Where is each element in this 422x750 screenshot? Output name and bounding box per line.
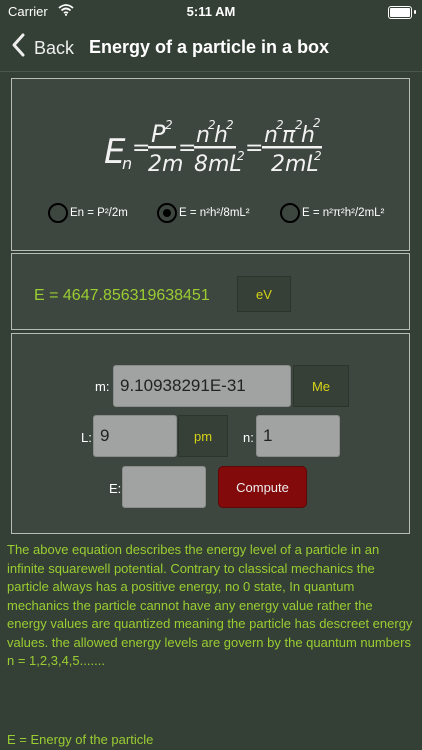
compute-button[interactable]: Compute bbox=[218, 466, 307, 508]
length-unit-selector[interactable]: pm bbox=[178, 415, 228, 457]
svg-text:2: 2 bbox=[314, 149, 322, 163]
battery-icon bbox=[388, 6, 412, 19]
radio-button-icon[interactable] bbox=[48, 203, 68, 223]
input-panel: m: 9.10938291E-31 Me L: 9 pm n: 1 E: Com… bbox=[11, 333, 410, 534]
energy-label: E: bbox=[109, 481, 122, 496]
mass-label: m: bbox=[95, 379, 110, 394]
radio-button-selected-icon[interactable] bbox=[157, 203, 177, 223]
result-panel: E = 4647.856319638451 eV bbox=[11, 253, 410, 330]
length-label: L: bbox=[81, 430, 92, 445]
svg-text:8mL: 8mL bbox=[194, 152, 242, 177]
radio-label: En = P²/2m bbox=[70, 207, 128, 219]
radio-option-momentum[interactable]: En = P²/2m bbox=[48, 201, 128, 225]
energy-input[interactable] bbox=[122, 466, 206, 508]
definition-text: E = Energy of the particle bbox=[7, 732, 154, 747]
svg-text:2: 2 bbox=[226, 118, 234, 132]
quantum-number-label: n: bbox=[243, 430, 254, 445]
back-button[interactable]: Back bbox=[34, 38, 74, 59]
svg-text:π: π bbox=[282, 123, 296, 148]
mass-unit-selector[interactable]: Me bbox=[293, 365, 349, 407]
navigation-bar: Back Energy of a particle in a box bbox=[0, 24, 422, 72]
chevron-left-icon[interactable] bbox=[10, 32, 26, 62]
radio-label: E = n²h²/8mL² bbox=[179, 207, 250, 219]
energy-formula-image: E n = P 2 2m = n 2 h 2 8mL 2 = n 2 π 2 h… bbox=[104, 116, 322, 177]
svg-text:P: P bbox=[151, 120, 166, 148]
svg-text:2: 2 bbox=[165, 118, 173, 132]
svg-text:=: = bbox=[245, 136, 263, 161]
energy-result: E = 4647.856319638451 bbox=[34, 287, 210, 304]
quantum-number-input[interactable]: 1 bbox=[256, 415, 340, 457]
svg-text:2: 2 bbox=[237, 149, 245, 163]
radio-option-reduced-planck[interactable]: E = n²π²h²/2mL² bbox=[280, 201, 384, 225]
svg-text:n: n bbox=[122, 154, 132, 173]
description-text: The above equation describes the energy … bbox=[7, 542, 413, 668]
radio-button-icon[interactable] bbox=[280, 203, 300, 223]
nav-divider bbox=[0, 71, 422, 72]
clock-time: 5:11 AM bbox=[186, 4, 236, 19]
svg-text:2mL: 2mL bbox=[271, 152, 319, 177]
status-bar: Carrier 5:11 AM bbox=[0, 0, 422, 24]
svg-text:2: 2 bbox=[313, 116, 321, 130]
page-title: Energy of a particle in a box bbox=[89, 37, 330, 57]
battery-tip bbox=[414, 10, 416, 14]
formula-panel: E n = P 2 2m = n 2 h 2 8mL 2 = n 2 π 2 h… bbox=[11, 78, 410, 251]
radio-option-planck[interactable]: E = n²h²/8mL² bbox=[157, 201, 250, 225]
energy-unit-selector[interactable]: eV bbox=[237, 276, 291, 312]
length-input[interactable]: 9 bbox=[93, 415, 177, 457]
mass-input[interactable]: 9.10938291E-31 bbox=[113, 365, 291, 407]
radio-label: E = n²π²h²/2mL² bbox=[302, 207, 385, 219]
